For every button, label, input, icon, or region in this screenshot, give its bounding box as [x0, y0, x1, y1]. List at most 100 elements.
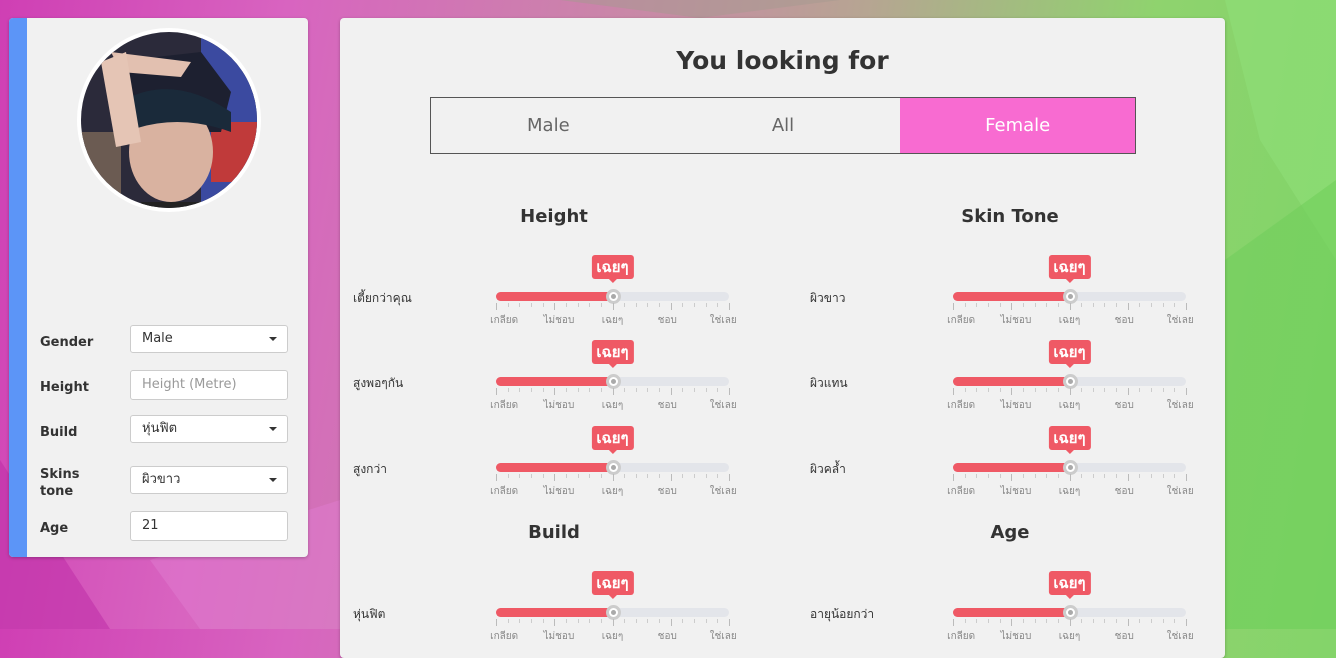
slider-tick	[635, 474, 637, 478]
slider-tick	[1081, 388, 1083, 392]
slider-tick	[542, 388, 544, 392]
slider-tick	[507, 303, 509, 307]
slider-scale-label: เฉยๆ	[1058, 400, 1081, 411]
slider-tick	[1139, 474, 1141, 478]
slider-tick	[1104, 388, 1106, 392]
slider-handle[interactable]	[1062, 460, 1078, 475]
slider-tick	[624, 388, 626, 392]
slider-tick	[519, 303, 521, 307]
slider-scale-label: เฉยๆ	[601, 400, 624, 411]
slider-track[interactable]	[496, 374, 729, 389]
slider-scale-label: ชอบ	[657, 631, 677, 642]
gender-option-female[interactable]: Female	[900, 98, 1136, 153]
slider-tick	[635, 619, 637, 623]
slider-tick	[496, 619, 497, 626]
slider-scale: เกลียด ไม่ชอบ เฉยๆ ชอบ ใช่เลย	[490, 484, 737, 498]
slider-tick	[1057, 474, 1059, 478]
slider-tick	[519, 474, 521, 478]
slider-track[interactable]	[496, 605, 729, 620]
slider-value-bubble: เฉยๆ	[1048, 255, 1091, 283]
slider-scale: เกลียด ไม่ชอบ เฉยๆ ชอบ ใช่เลย	[947, 398, 1194, 412]
slider-skin-fair: ผิวขาว เฉยๆ เกลียด ไม่ชอบ เฉยๆ ชอบ ใช่เลย	[797, 255, 1237, 326]
slider-tick	[589, 303, 591, 307]
slider-fill	[496, 292, 613, 301]
slider-scale-label: เกลียด	[947, 486, 976, 497]
slider-handle[interactable]	[605, 460, 621, 475]
slider-tick	[694, 474, 696, 478]
slider-fill	[496, 608, 613, 617]
slider-tick	[1081, 303, 1083, 307]
slider-track[interactable]	[953, 374, 1186, 389]
slider-scale-label: เกลียด	[490, 400, 519, 411]
slider-handle[interactable]	[1062, 289, 1078, 304]
slider-ticks	[496, 619, 730, 627]
slider-tick	[589, 619, 591, 623]
slider-tick	[1127, 619, 1129, 626]
slider-tick	[964, 303, 966, 307]
slider-tick	[682, 303, 684, 307]
slider-tick	[1011, 619, 1013, 626]
slider-track[interactable]	[953, 289, 1186, 304]
slider-track[interactable]	[953, 605, 1186, 620]
slider-ticks	[496, 388, 730, 396]
slider-tick	[1034, 303, 1036, 307]
slider-tick	[1034, 474, 1036, 478]
slider-tick	[659, 474, 661, 478]
slider-tick	[589, 388, 591, 392]
slider-scale-label: ไม่ชอบ	[543, 315, 575, 326]
gender-option-male[interactable]: Male	[431, 98, 666, 153]
slider-tick	[1139, 388, 1141, 392]
slider-scale-label: เฉยๆ	[601, 486, 624, 497]
slider-tick	[554, 303, 556, 310]
slider-tick	[976, 388, 978, 392]
slider-tick	[1022, 474, 1024, 478]
slider-tick	[682, 474, 684, 478]
slider-handle[interactable]	[605, 289, 621, 304]
slider-tick	[1092, 474, 1094, 478]
slider-handle[interactable]	[1062, 605, 1078, 620]
slider-tick	[612, 388, 614, 395]
section-title-age: Age	[990, 522, 1030, 543]
slider-tick	[565, 619, 567, 623]
slider-scale-label: เฉยๆ	[1058, 315, 1081, 326]
slider-ticks	[496, 303, 730, 311]
height-input-placeholder: Height (Metre)	[142, 377, 237, 392]
gender-label: Gender	[40, 335, 94, 350]
slider-tick	[612, 474, 614, 481]
slider-track[interactable]	[496, 460, 729, 475]
slider-tick	[987, 303, 989, 307]
skins-tone-select-value: ผิวขาว	[142, 472, 181, 487]
slider-scale-label: ใช่เลย	[709, 400, 737, 411]
gender-select[interactable]: Male	[130, 325, 288, 353]
slider-fill	[496, 377, 613, 386]
slider-tick	[1069, 388, 1071, 395]
skins-tone-select[interactable]: ผิวขาว	[130, 466, 288, 494]
slider-height-same: สูงพอๆกัน เฉยๆ เกลียด ไม่ชอบ เฉยๆ ชอบ ใช่เลย	[340, 340, 780, 412]
slider-handle[interactable]	[605, 374, 621, 389]
slider-tick	[999, 388, 1001, 392]
slider-tick	[953, 303, 954, 310]
slider-track[interactable]	[953, 460, 1186, 475]
slider-tick	[647, 619, 649, 623]
slider-handle[interactable]	[1062, 374, 1078, 389]
slider-value-bubble: เฉยๆ	[1048, 340, 1091, 368]
slider-scale-label: เกลียด	[947, 631, 976, 642]
slider-tick	[554, 619, 556, 626]
section-title-skin-tone: Skin Tone	[961, 206, 1059, 227]
age-input[interactable]: 21	[130, 511, 288, 541]
height-input[interactable]: Height (Metre)	[130, 370, 288, 400]
avatar[interactable]	[77, 28, 261, 212]
slider-handle[interactable]	[605, 605, 621, 620]
slider-scale: เกลียด ไม่ชอบ เฉยๆ ชอบ ใช่เลย	[490, 398, 737, 412]
slider-tick	[600, 619, 602, 623]
slider-tick	[1081, 619, 1083, 623]
slider-scale: เกลียด ไม่ชอบ เฉยๆ ชอบ ใช่เลย	[490, 313, 737, 327]
slider-tick	[530, 303, 532, 307]
avatar-photo	[81, 32, 257, 208]
build-select[interactable]: หุ่นฟิต	[130, 415, 288, 443]
slider-tick	[1127, 388, 1129, 395]
slider-track[interactable]	[496, 289, 729, 304]
slider-tick	[729, 619, 730, 626]
gender-option-all[interactable]: All	[666, 98, 901, 153]
slider-scale-label: เกลียด	[490, 315, 519, 326]
